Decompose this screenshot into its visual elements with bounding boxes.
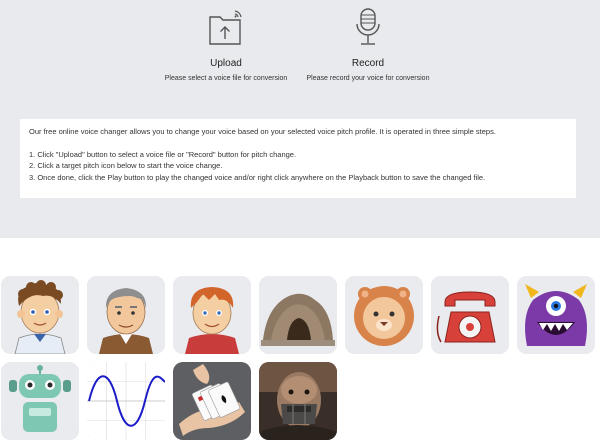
upload-description: Please select a voice file for conversio… — [164, 75, 288, 82]
instruction-step-3: 3. Once done, click the Play button to p… — [29, 172, 486, 182]
telephone-icon — [431, 276, 509, 354]
pitch-tile-lion[interactable] — [345, 276, 423, 354]
red-hair-boy-icon — [173, 276, 251, 354]
record-label: Record — [351, 58, 385, 69]
old-man-icon — [87, 276, 165, 354]
playing-cards-icon — [173, 362, 251, 440]
microphone-icon — [356, 8, 380, 45]
pitch-tile-cave[interactable] — [259, 276, 337, 354]
pitch-tile-red-hair-boy[interactable] — [173, 276, 251, 354]
pitch-tile-sine-wave[interactable] — [87, 362, 165, 440]
pitch-tile-boy-curly[interactable] — [1, 276, 79, 354]
pitch-tile-robot[interactable] — [1, 362, 79, 440]
record-description: Please record your voice for conversion — [306, 75, 430, 82]
instructions-box: Our free online voice changer allows you… — [20, 119, 576, 198]
record-button[interactable]: Record Please record your voice for conv… — [288, 0, 448, 82]
upload-button[interactable]: Upload Please select a voice file for co… — [146, 0, 306, 82]
pitch-tile-monster[interactable] — [517, 276, 595, 354]
boy-curly-hair-icon — [1, 276, 79, 354]
upload-label: Upload — [210, 58, 242, 69]
instruction-step-1: 1. Click "Upload" button to select a voi… — [29, 149, 297, 159]
pitch-tile-telephone[interactable] — [431, 276, 509, 354]
pitch-tile-cards[interactable] — [173, 362, 251, 440]
pitch-tile-masked-man[interactable] — [259, 362, 337, 440]
top-panel: Upload Please select a voice file for co… — [0, 0, 600, 238]
folder-upload-icon — [209, 10, 242, 45]
instruction-step-2: 2. Click a target pitch icon below to st… — [29, 161, 223, 170]
masked-man-icon — [259, 362, 337, 440]
robot-icon — [1, 362, 79, 440]
lion-icon — [345, 276, 423, 354]
cave-icon — [259, 276, 337, 354]
instructions-intro: Our free online voice changer allows you… — [29, 127, 496, 136]
sine-wave-icon — [87, 362, 165, 440]
pitch-tile-old-man[interactable] — [87, 276, 165, 354]
pitch-icon-grid — [0, 238, 600, 443]
purple-monster-icon — [517, 276, 595, 354]
